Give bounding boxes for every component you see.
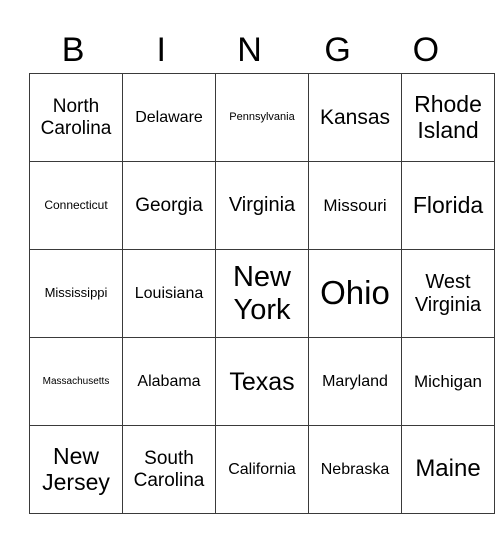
bingo-cell[interactable]: Louisiana <box>122 249 216 338</box>
bingo-cell[interactable]: Pennsylvania <box>215 73 309 162</box>
bingo-cell[interactable]: Alabama <box>122 337 216 426</box>
grid-row: North Carolina Delaware Pennsylvania Kan… <box>29 73 495 162</box>
bingo-cell[interactable]: Michigan <box>401 337 495 426</box>
bingo-cell[interactable]: Nebraska <box>308 425 402 514</box>
bingo-cell[interactable]: Missouri <box>308 161 402 250</box>
header-letter-n: N <box>237 31 262 69</box>
bingo-cell[interactable]: Maine <box>401 425 495 514</box>
bingo-cell[interactable]: Georgia <box>122 161 216 250</box>
bingo-cell[interactable]: Texas <box>215 337 309 426</box>
bingo-cell[interactable]: South Carolina <box>122 425 216 514</box>
bingo-cell[interactable]: North Carolina <box>29 73 123 162</box>
bingo-cell[interactable]: West Virginia <box>401 249 495 338</box>
header-letter-b: B <box>61 31 85 69</box>
bingo-cell[interactable]: Mississippi <box>29 249 123 338</box>
bingo-cell[interactable]: Rhode Island <box>401 73 495 162</box>
bingo-cell[interactable]: California <box>215 425 309 514</box>
bingo-cell[interactable]: Virginia <box>215 161 309 250</box>
grid-row: Mississippi Louisiana New York Ohio West… <box>29 249 495 338</box>
bingo-cell[interactable]: Connecticut <box>29 161 123 250</box>
grid-row: Massachusetts Alabama Texas Maryland Mic… <box>29 337 495 426</box>
bingo-cell[interactable]: Kansas <box>308 73 402 162</box>
bingo-cell[interactable]: Maryland <box>308 337 402 426</box>
bingo-cell[interactable]: Delaware <box>122 73 216 162</box>
bingo-cell[interactable]: Ohio <box>308 249 402 338</box>
header-letter-g: G <box>324 31 351 69</box>
grid-row: New Jersey South Carolina California Neb… <box>29 425 495 514</box>
grid-row: Connecticut Georgia Virginia Missouri Fl… <box>29 161 495 250</box>
bingo-grid: North Carolina Delaware Pennsylvania Kan… <box>29 73 495 514</box>
bingo-cell[interactable]: Massachusetts <box>29 337 123 426</box>
bingo-cell[interactable]: New Jersey <box>29 425 123 514</box>
bingo-header: B I N G O <box>29 28 470 72</box>
header-letter-o: O <box>412 31 440 69</box>
bingo-cell[interactable]: Florida <box>401 161 495 250</box>
bingo-cell[interactable]: New York <box>215 249 309 338</box>
header-letter-i: I <box>156 31 166 69</box>
